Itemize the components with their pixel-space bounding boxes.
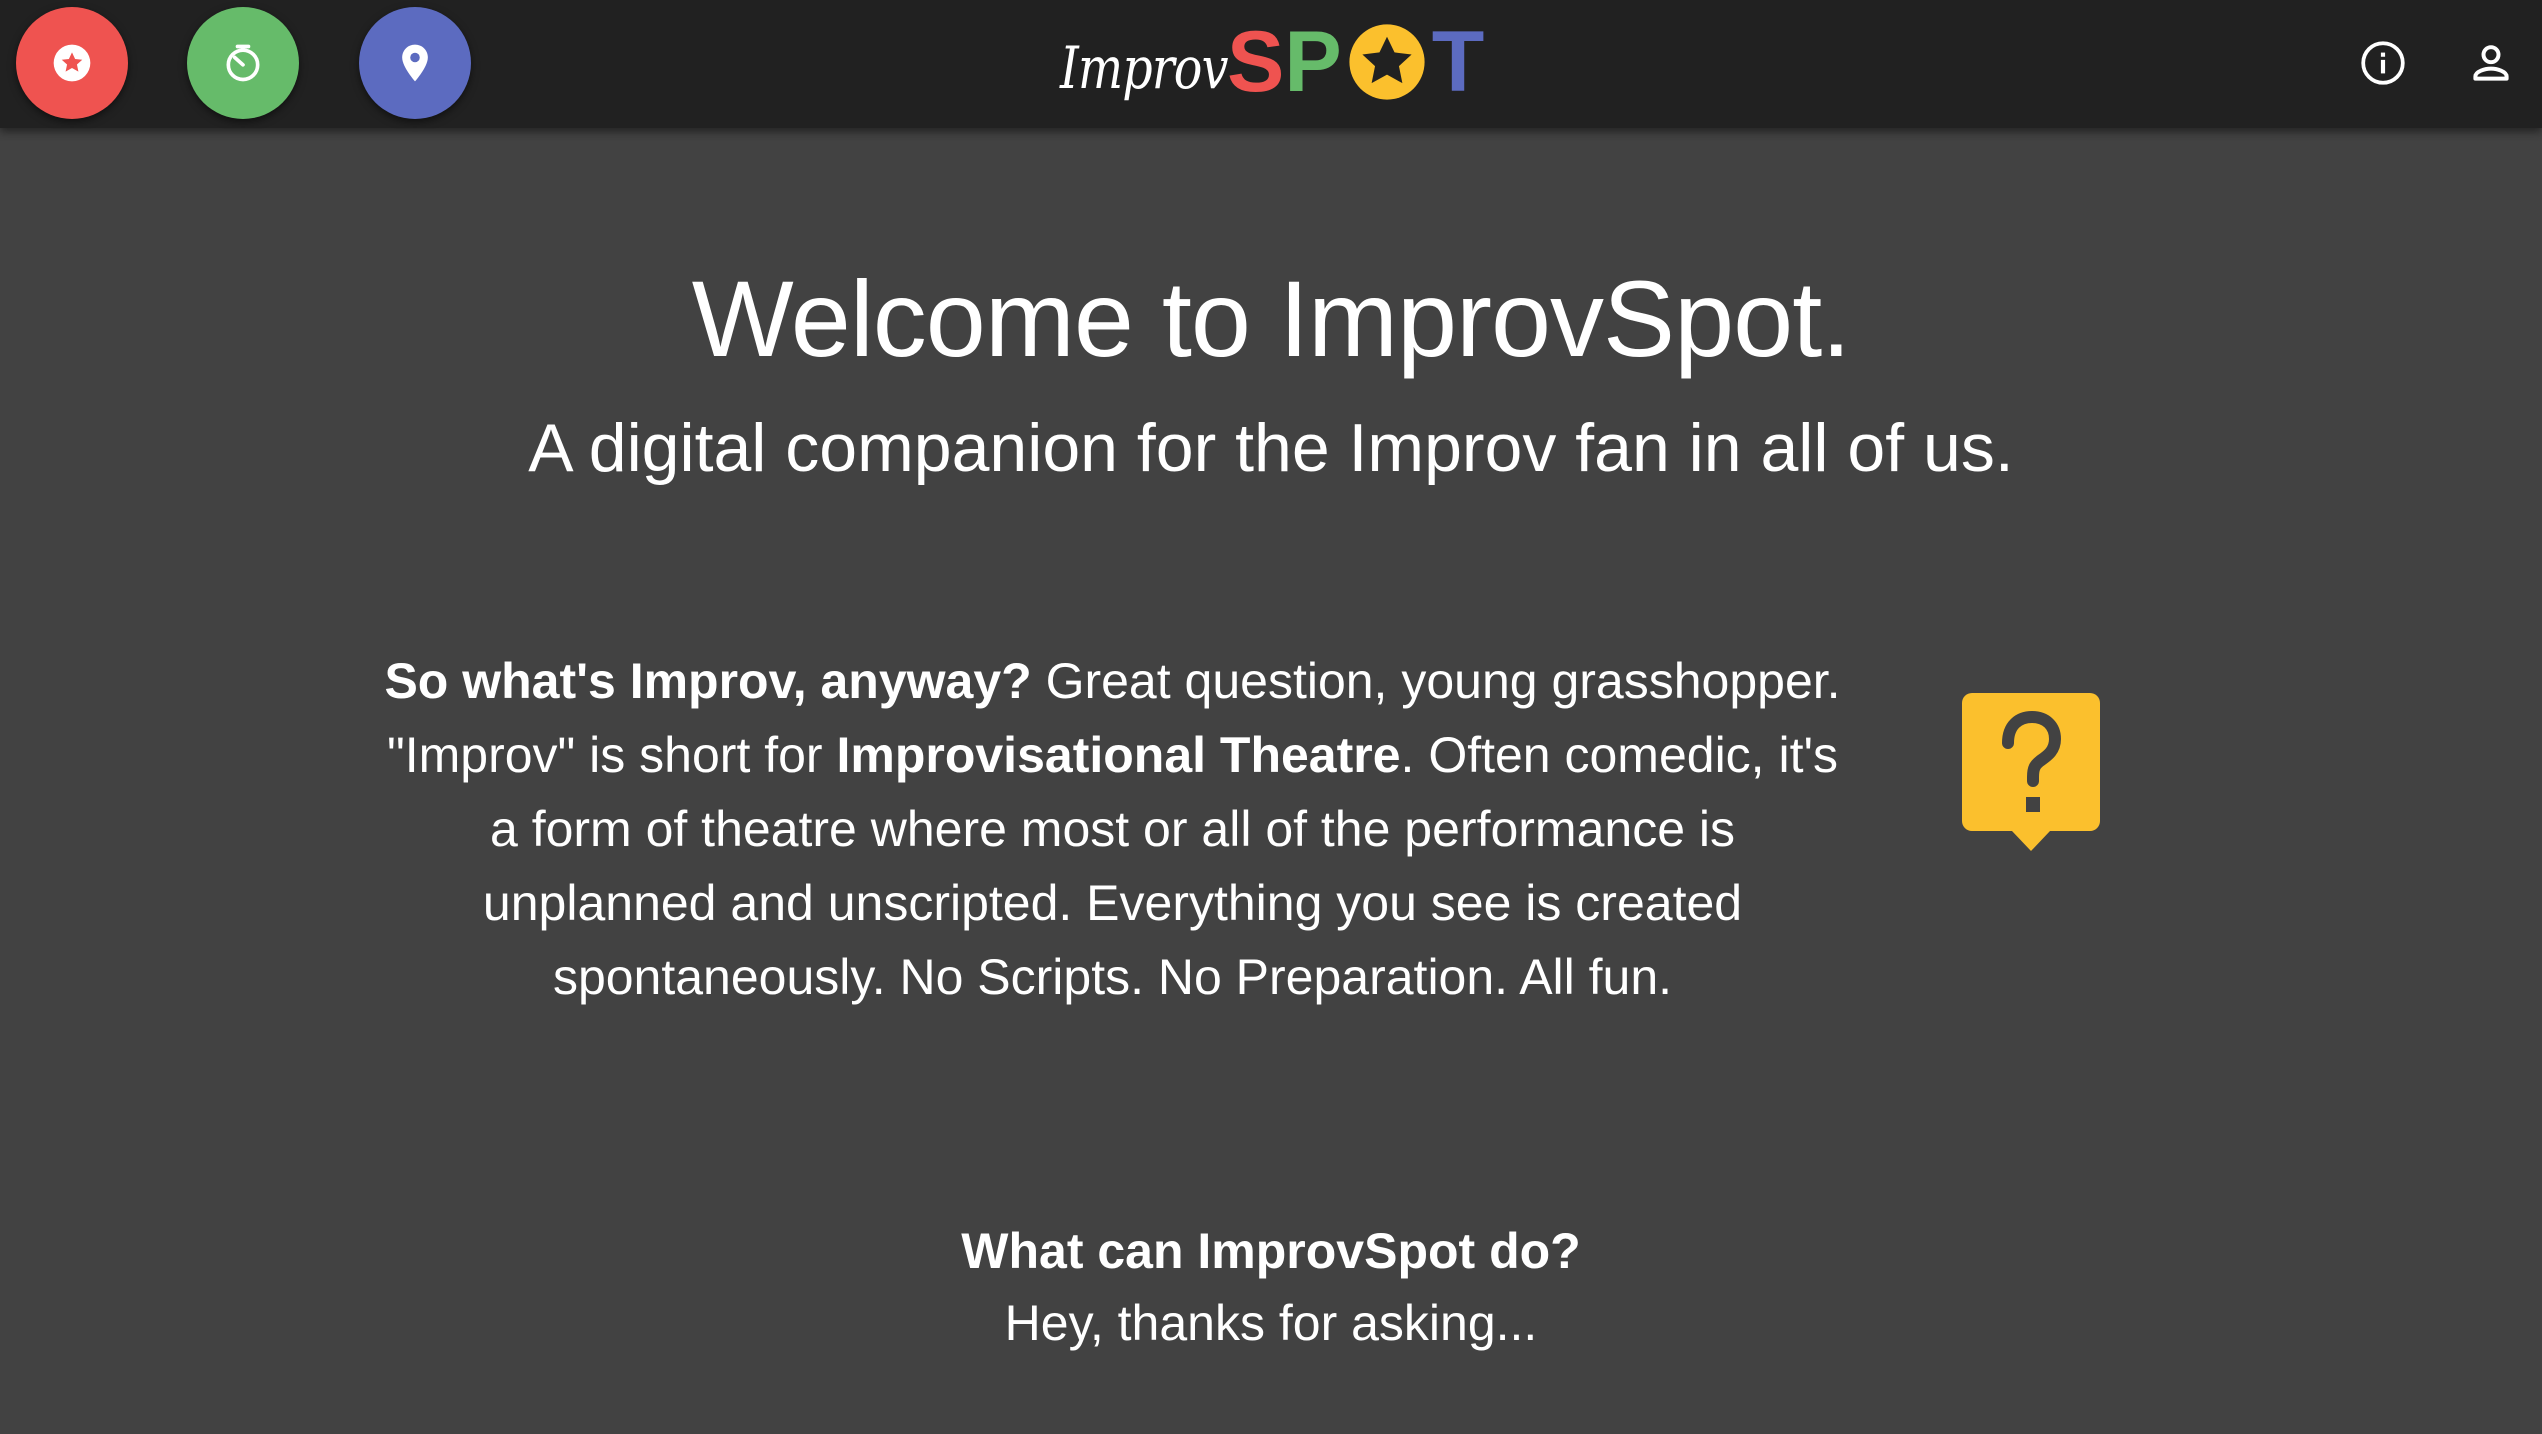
improvspot-logo[interactable]: Improv S P T bbox=[1060, 14, 1484, 124]
info-icon bbox=[2361, 41, 2405, 85]
logo-spot-text: S P T bbox=[1227, 14, 1484, 110]
account-icon bbox=[2473, 45, 2509, 81]
location-pin-icon bbox=[402, 44, 428, 82]
star-circle-icon bbox=[53, 44, 91, 82]
main-content: Welcome to ImprovSpot. A digital compani… bbox=[0, 128, 2542, 1434]
logo-star-o-icon bbox=[1346, 21, 1428, 103]
logo-letter-s: S bbox=[1227, 14, 1285, 110]
logo-script-text: Improv bbox=[1060, 34, 1228, 102]
timer-icon bbox=[226, 44, 260, 82]
logo-letter-t: T bbox=[1431, 14, 1485, 110]
info-button[interactable] bbox=[2358, 38, 2408, 88]
intro-question: So what's Improv, anyway? bbox=[384, 653, 1032, 709]
favorites-button[interactable] bbox=[16, 7, 128, 119]
help-bubble-icon bbox=[1962, 693, 2100, 853]
what-can-do-subtitle: Hey, thanks for asking... bbox=[1004, 1295, 1538, 1351]
intro-term: Improvisational Theatre bbox=[836, 727, 1401, 783]
timer-button[interactable] bbox=[187, 7, 299, 119]
top-app-bar: Improv S P T bbox=[0, 0, 2542, 128]
what-can-do-heading: What can ImprovSpot do? bbox=[961, 1223, 1581, 1279]
account-button[interactable] bbox=[2466, 38, 2516, 88]
location-button[interactable] bbox=[359, 7, 471, 119]
welcome-heading: Welcome to ImprovSpot. bbox=[691, 258, 1851, 379]
improv-intro-paragraph: So what's Improv, anyway? Great question… bbox=[380, 644, 1845, 1014]
logo-letter-p: P bbox=[1284, 14, 1342, 110]
welcome-subtitle: A digital companion for the Improv fan i… bbox=[528, 410, 2014, 486]
